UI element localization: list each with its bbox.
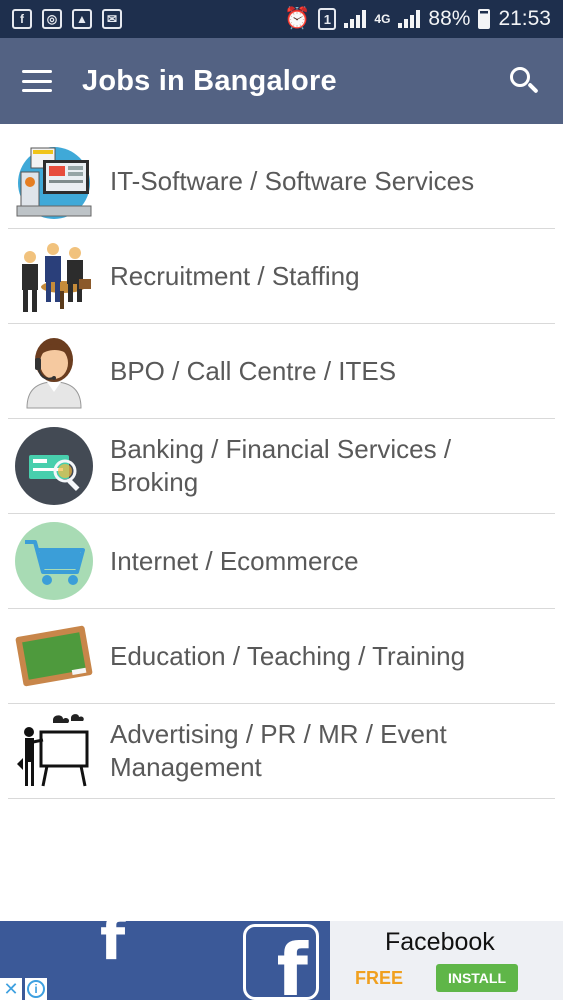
category-item-recruitment[interactable]: Recruitment / Staffing <box>8 229 555 324</box>
ad-price: FREE <box>355 968 404 988</box>
category-label: Education / Teaching / Training <box>110 640 466 671</box>
category-item-bpo[interactable]: BPO / Call Centre / ITES <box>8 324 555 419</box>
category-label: Internet / Ecommerce <box>110 545 359 576</box>
credit-card-magnifier-icon <box>13 425 95 507</box>
computer-code-icon <box>13 140 95 222</box>
search-icon[interactable] <box>509 66 539 96</box>
facebook-app-icon: f <box>243 924 319 1000</box>
sim-slot-badge: 1 <box>318 8 337 30</box>
presentation-board-icon <box>13 710 95 792</box>
network-type: 4G <box>374 12 391 26</box>
business-people-icon <box>13 235 95 317</box>
mail-icon: ✉ <box>102 9 122 29</box>
signal-2-icon <box>398 10 421 28</box>
status-bar: f ◎ ▲ ✉ ⏰ 1 4G 88% 21:53 <box>0 0 563 38</box>
system-icons: ⏰ 1 4G 88% 21:53 <box>284 7 563 31</box>
clock: 21:53 <box>498 7 551 30</box>
category-item-advertising[interactable]: Advertising / PR / MR / Event Management <box>8 704 555 799</box>
app-bar: Jobs in Bangalore <box>0 38 563 124</box>
facebook-letter-icon: f <box>100 921 126 973</box>
hamburger-menu-icon[interactable] <box>22 70 52 92</box>
category-label: BPO / Call Centre / ITES <box>110 355 397 386</box>
category-label: Recruitment / Staffing <box>110 260 360 291</box>
category-label: IT-Software / Software Services <box>110 165 475 196</box>
gallery-icon: ▲ <box>72 9 92 29</box>
ad-info-icon[interactable]: i <box>25 978 47 1000</box>
alarm-icon: ⏰ <box>284 7 311 30</box>
screen: f ◎ ▲ ✉ ⏰ 1 4G 88% 21:53 Jobs in Bangalo… <box>0 0 563 1000</box>
shopping-cart-icon <box>13 520 95 602</box>
install-button[interactable]: INSTALL <box>436 964 518 992</box>
category-label: Banking / Financial Services / Broking <box>110 434 452 497</box>
ad-app-name: Facebook <box>385 928 495 956</box>
page-title: Jobs in Bangalore <box>82 64 337 97</box>
battery-level: 88% <box>428 7 471 30</box>
signal-icon <box>344 10 367 28</box>
category-item-it-software[interactable]: IT-Software / Software Services <box>8 134 555 229</box>
category-item-internet[interactable]: Internet / Ecommerce <box>8 514 555 609</box>
notification-icons: f ◎ ▲ ✉ <box>0 9 122 29</box>
battery-icon <box>478 9 491 29</box>
category-item-education[interactable]: Education / Teaching / Training <box>8 609 555 704</box>
headset-agent-icon <box>13 330 95 412</box>
chalkboard-icon <box>13 615 95 697</box>
category-item-banking[interactable]: Banking / Financial Services / Broking <box>8 419 555 514</box>
category-list: IT-Software / Software Services Recruitm… <box>8 134 555 799</box>
category-label: Advertising / PR / MR / Event Management <box>110 719 447 782</box>
ad-banner[interactable]: f f Facebook FREE INSTALL <box>0 921 563 1000</box>
ad-close-icon[interactable]: ✕ <box>0 978 22 1000</box>
instagram-icon: ◎ <box>42 9 62 29</box>
facebook-icon: f <box>12 9 32 29</box>
